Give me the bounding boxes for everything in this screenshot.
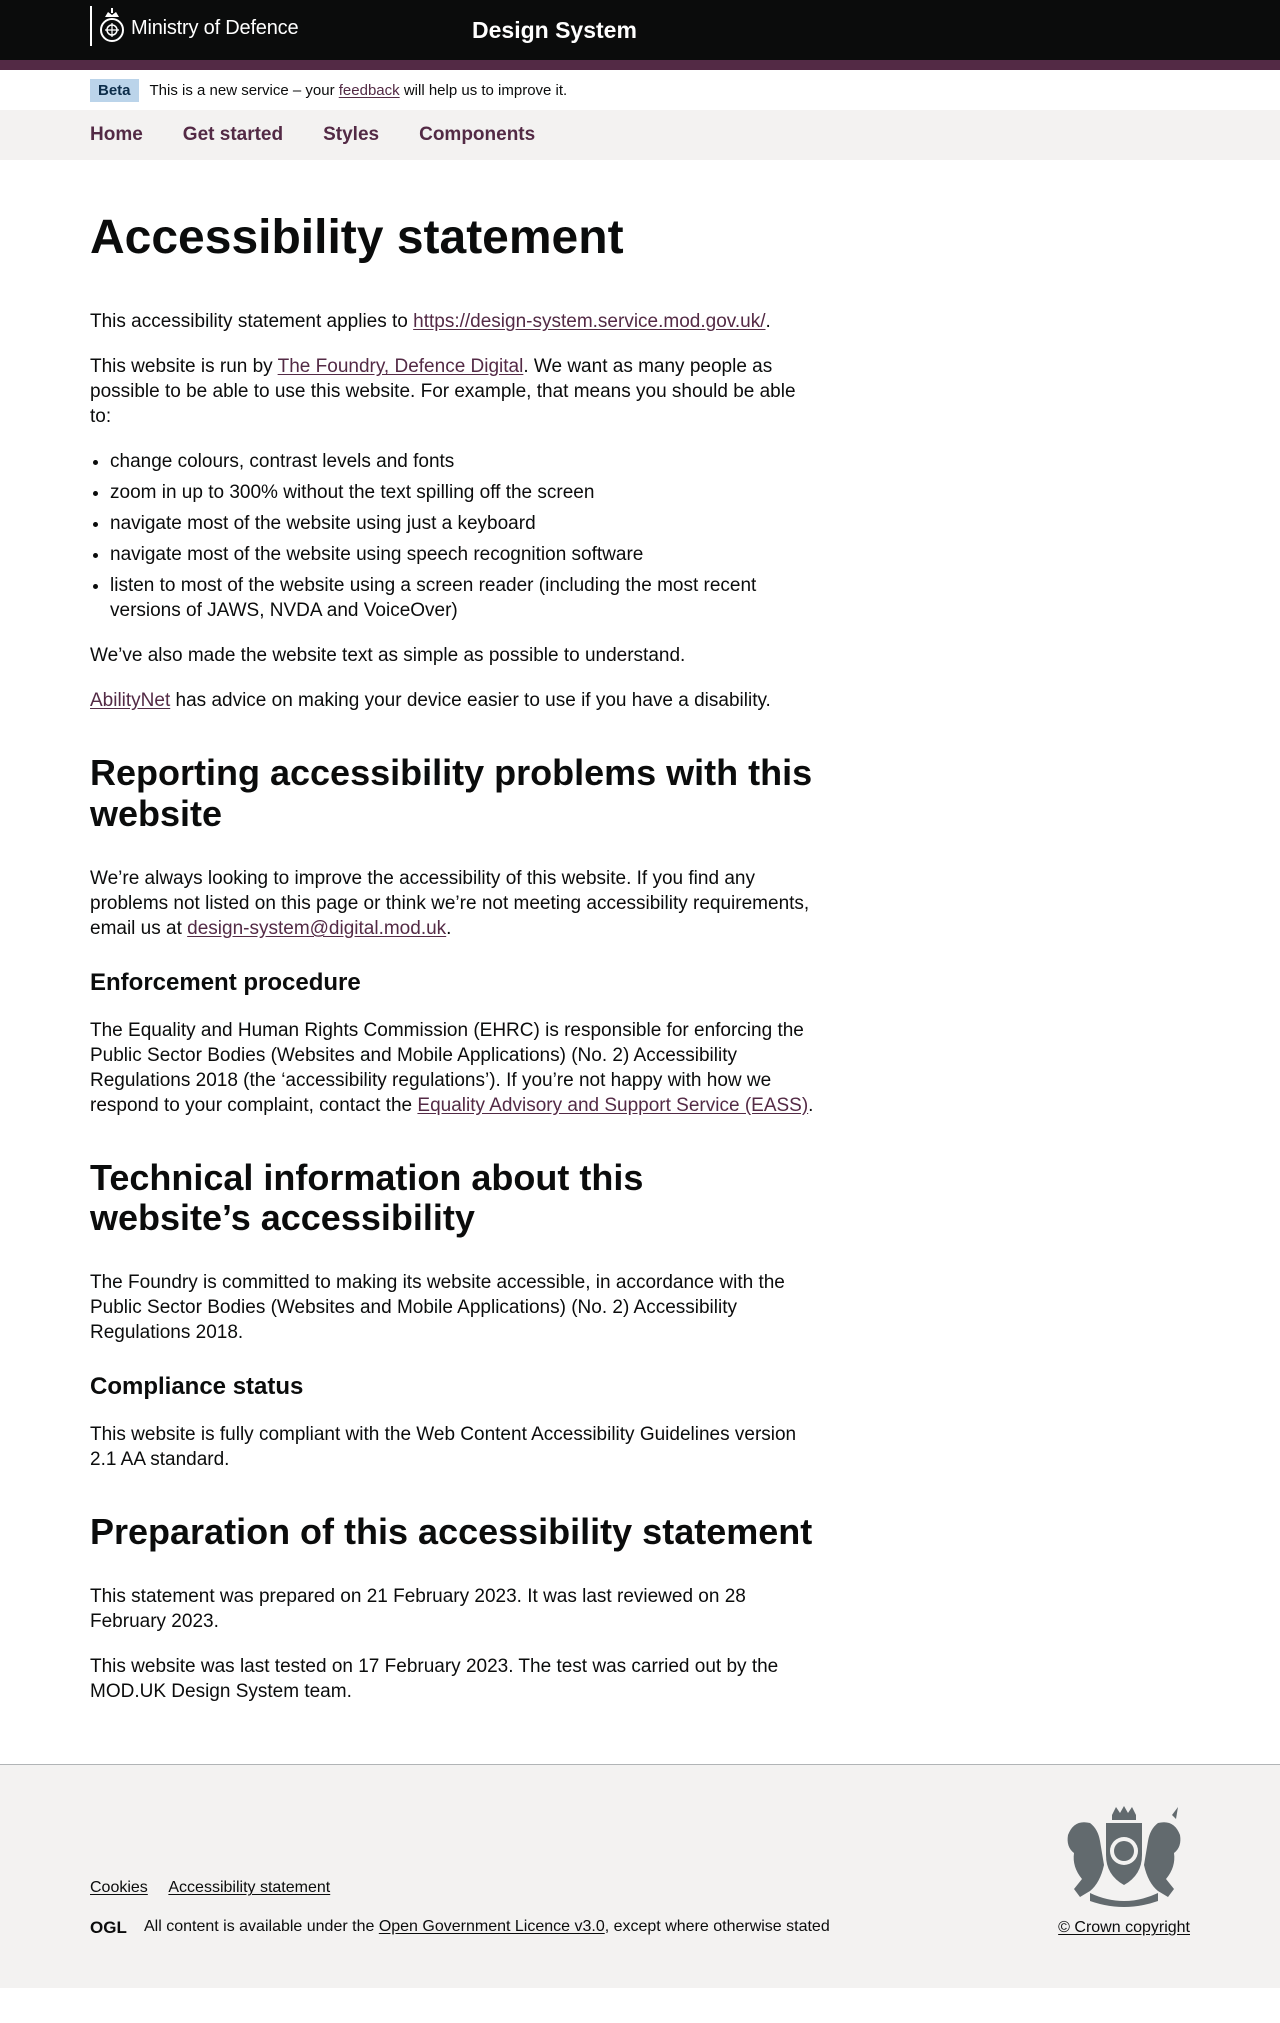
- nav-item-components[interactable]: Components: [419, 124, 535, 146]
- site-url-link[interactable]: https://design-system.service.mod.gov.uk…: [413, 311, 765, 332]
- tested-paragraph: This website was last tested on 17 Febru…: [90, 1656, 779, 1703]
- licence-text: All content is available under the Open …: [144, 1918, 830, 1936]
- list-item: zoom in up to 300% without the text spil…: [110, 480, 820, 505]
- intro-paragraph: This accessibility statement applies to …: [90, 311, 771, 333]
- footer-link-cookies[interactable]: Cookies: [90, 1879, 148, 1896]
- beta-tag: Beta: [90, 78, 139, 102]
- ogl-logo-icon: OGL: [90, 1918, 127, 1936]
- header-stripe: [0, 60, 1280, 70]
- nav-item-styles[interactable]: Styles: [323, 124, 379, 146]
- footer-links: Cookies Accessibility statement: [90, 1879, 347, 1897]
- foundry-link[interactable]: The Foundry, Defence Digital: [278, 356, 524, 377]
- reporting-paragraph: We’re always looking to improve the acce…: [90, 867, 810, 939]
- mod-crest-icon[interactable]: [98, 8, 126, 44]
- logo-divider: [90, 6, 92, 46]
- compliance-heading: Compliance status: [90, 1373, 304, 1401]
- page-title: Accessibility statement: [90, 211, 624, 264]
- phase-text: This is a new service – your feedback wi…: [149, 81, 568, 99]
- site-header: Ministry of Defence Design System: [0, 0, 1280, 60]
- list-item: navigate most of the website using just …: [110, 511, 820, 536]
- list-item: listen to most of the website using a sc…: [110, 573, 820, 623]
- site-footer: Cookies Accessibility statement OGL All …: [0, 1764, 1280, 1989]
- crown-copyright-link[interactable]: © Crown copyright: [1058, 1919, 1190, 1936]
- list-item: navigate most of the website using speec…: [110, 542, 820, 567]
- technical-paragraph: The Foundry is committed to making its w…: [90, 1272, 785, 1344]
- abilitynet-link[interactable]: AbilityNet: [90, 690, 170, 711]
- ogl-link[interactable]: Open Government Licence v3.0: [379, 1918, 605, 1935]
- primary-nav: Home Get started Styles Components: [0, 110, 1280, 160]
- phase-banner: Beta This is a new service – your feedba…: [0, 70, 1280, 110]
- compliance-paragraph: This website is fully compliant with the…: [90, 1424, 797, 1471]
- main-content: Accessibility statement This accessibili…: [0, 160, 900, 1704]
- svg-text:OGL: OGL: [90, 1918, 127, 1936]
- preparation-heading: Preparation of this accessibility statem…: [90, 1511, 813, 1553]
- enforcement-paragraph: The Equality and Human Rights Commission…: [90, 1019, 814, 1116]
- run-by-paragraph: This website is run by The Foundry, Defe…: [90, 356, 796, 428]
- eass-link[interactable]: Equality Advisory and Support Service (E…: [417, 1095, 808, 1116]
- abilities-list: change colours, contrast levels and font…: [110, 449, 820, 623]
- prepared-paragraph: This statement was prepared on 21 Februa…: [90, 1586, 746, 1633]
- royal-coat-of-arms-icon: [1067, 1806, 1181, 1908]
- simple-text-paragraph: We’ve also made the website text as simp…: [90, 645, 686, 667]
- list-item: change colours, contrast levels and font…: [110, 449, 820, 474]
- nav-item-home[interactable]: Home: [90, 124, 143, 146]
- nav-item-get-started[interactable]: Get started: [183, 124, 283, 146]
- enforcement-heading: Enforcement procedure: [90, 968, 361, 996]
- org-name[interactable]: Ministry of Defence: [131, 17, 299, 40]
- service-name[interactable]: Design System: [472, 17, 637, 44]
- email-link[interactable]: design-system@digital.mod.uk: [187, 918, 446, 939]
- technical-heading: Technical information about this website…: [90, 1156, 644, 1238]
- footer-link-accessibility[interactable]: Accessibility statement: [168, 1879, 330, 1896]
- crown-copyright: © Crown copyright: [1058, 1919, 1190, 1937]
- feedback-link[interactable]: feedback: [339, 82, 400, 99]
- abilitynet-paragraph: AbilityNet has advice on making your dev…: [90, 690, 771, 712]
- reporting-heading: Reporting accessibility problems with th…: [90, 752, 813, 834]
- licence: OGL All content is available under the O…: [90, 1918, 830, 1936]
